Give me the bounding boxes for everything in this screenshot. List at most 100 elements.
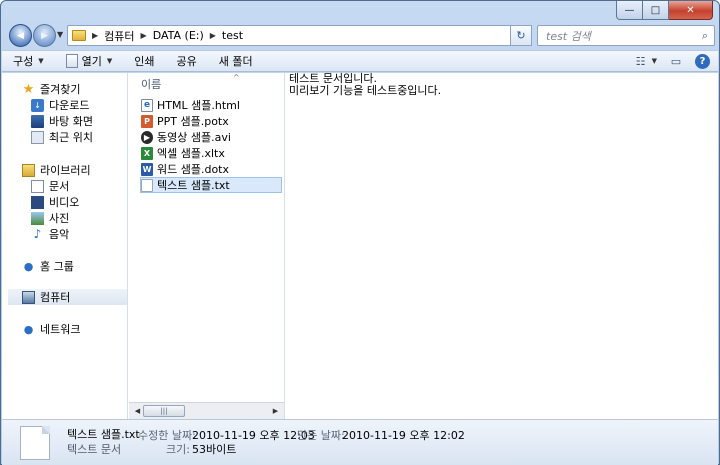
file-list: 이름 ^ e HTML 샘플.html P PPT 샘플.potx ▶ 동영상 … — [129, 73, 285, 419]
refresh-button[interactable]: ↻ — [510, 25, 532, 46]
sidebar-item-label: 사진 — [49, 212, 70, 225]
refresh-icon: ↻ — [516, 29, 526, 42]
breadcrumb-separator[interactable]: ▶ — [141, 31, 147, 40]
star-icon: ★ — [22, 81, 35, 97]
sidebar-item-music[interactable]: ♪ 음악 — [31, 226, 127, 242]
html-file-icon: e — [141, 98, 153, 112]
sidebar-item-favorites[interactable]: ★ 즐겨찾기 — [22, 81, 127, 97]
sidebar-item-label: 컴퓨터 — [40, 291, 71, 304]
content-area: ★ 즐겨찾기 ↓ 다운로드 바탕 화면 최근 위치 라이브러리 문서 비디오 사… — [2, 73, 718, 419]
desktop-icon — [31, 114, 44, 128]
recent-places-icon — [31, 130, 44, 144]
download-icon: ↓ — [31, 98, 44, 112]
file-name: 엑셀 샘플.xltx — [157, 147, 225, 160]
scroll-right-icon[interactable]: ▶ — [269, 405, 282, 417]
search-input[interactable]: test 검색 ⌕ — [537, 25, 715, 46]
sidebar-item-libraries[interactable]: 라이브러리 — [22, 162, 127, 178]
sidebar-item-label: 음악 — [49, 228, 70, 241]
sidebar-item-label: 다운로드 — [49, 99, 90, 112]
text-file-icon — [141, 178, 153, 192]
file-name: 동영상 샘플.avi — [157, 131, 231, 144]
scrollbar-thumb[interactable]: ||| — [143, 405, 185, 417]
created-date-value[interactable]: 2010-11-19 오후 12:02 — [342, 427, 465, 443]
sidebar-item-downloads[interactable]: ↓ 다운로드 — [31, 97, 127, 113]
powerpoint-file-icon: P — [141, 114, 153, 128]
forward-button[interactable]: ▶ — [33, 24, 56, 47]
chevron-down-icon: ▼ — [38, 57, 44, 65]
preview-text-line: 미리보기 기능을 테스트중입니다. — [289, 84, 442, 97]
details-file-name: 텍스트 샘플.txt — [67, 428, 140, 441]
maximize-button[interactable]: □ — [643, 1, 669, 20]
breadcrumb-folder[interactable]: test — [222, 29, 243, 42]
breadcrumb-drive[interactable]: DATA (E:) — [153, 29, 204, 42]
breadcrumb-separator[interactable]: ▶ — [210, 31, 216, 40]
chevron-down-icon: ▼ — [106, 57, 113, 65]
address-bar[interactable]: ▶ 컴퓨터 ▶ DATA (E:) ▶ test ▼ — [67, 25, 529, 46]
sidebar-item-label: 홈 그룹 — [40, 260, 74, 273]
details-pane: 텍스트 샘플.txt 텍스트 문서 수정한 날짜: 2010-11-19 오후 … — [2, 419, 718, 465]
sort-ascending-icon: ^ — [233, 73, 240, 82]
sidebar-item-label: 비디오 — [49, 196, 80, 209]
file-row-selected[interactable]: 텍스트 샘플.txt — [140, 177, 282, 193]
sidebar-item-label: 즐겨찾기 — [40, 83, 81, 96]
file-row[interactable]: e HTML 샘플.html — [141, 97, 283, 113]
share-button[interactable]: 공유 — [166, 53, 208, 69]
computer-icon — [22, 290, 35, 304]
preview-pane-icon[interactable]: ▭ — [667, 53, 685, 69]
sidebar-item-label: 최근 위치 — [49, 131, 93, 144]
size-label: 크기: — [166, 443, 190, 456]
sidebar-item-recent-places[interactable]: 최근 위치 — [31, 129, 127, 145]
video-file-icon: ▶ — [141, 130, 153, 144]
breadcrumb-computer[interactable]: 컴퓨터 — [104, 28, 134, 44]
file-row[interactable]: ▶ 동영상 샘플.avi — [141, 129, 283, 145]
new-folder-button[interactable]: 새 폴더 — [208, 53, 264, 69]
sidebar-item-videos[interactable]: 비디오 — [31, 194, 127, 210]
minimize-button[interactable]: — — [616, 1, 643, 20]
sidebar-item-label: 문서 — [49, 180, 70, 193]
breadcrumb-separator[interactable]: ▶ — [92, 31, 98, 40]
notepad-icon — [65, 54, 78, 68]
navigation-bar: ◀ ▶ ▼ ▶ 컴퓨터 ▶ DATA (E:) ▶ test ▼ ↻ test … — [7, 24, 715, 48]
file-row[interactable]: X 엑셀 샘플.xltx — [141, 145, 283, 161]
organize-button[interactable]: 구성 ▼ — [2, 53, 55, 69]
file-row[interactable]: W 워드 샘플.dotx — [141, 161, 283, 177]
recent-pages-dropdown[interactable]: ▼ — [57, 30, 63, 39]
open-label: 열기 — [81, 55, 102, 68]
command-bar: 구성 ▼ 열기 ▼ 인쇄 공유 새 폴더 ☷ ▼ ▭ ? — [2, 50, 718, 72]
search-icon[interactable]: ⌕ — [702, 29, 708, 43]
column-header-name[interactable]: 이름 ^ — [129, 73, 284, 95]
file-name: 텍스트 샘플.txt — [157, 179, 230, 192]
size-value: 53바이트 — [192, 443, 237, 456]
file-name: PPT 샘플.potx — [157, 115, 229, 128]
view-dropdown-icon[interactable]: ▼ — [652, 57, 657, 65]
help-icon[interactable]: ? — [695, 53, 710, 69]
music-icon: ♪ — [33, 227, 42, 241]
sidebar-item-documents[interactable]: 문서 — [31, 178, 127, 194]
created-date-label: 만든 날짜: — [297, 429, 345, 442]
organize-label: 구성 — [13, 55, 34, 68]
horizontal-scrollbar[interactable]: ◀ ||| ▶ — [129, 402, 284, 419]
excel-file-icon: X — [141, 146, 153, 160]
sidebar-item-label: 바탕 화면 — [49, 115, 93, 128]
print-button[interactable]: 인쇄 — [123, 53, 165, 69]
text-document-icon — [20, 426, 50, 460]
back-button[interactable]: ◀ — [9, 24, 32, 47]
sidebar-item-computer[interactable]: 컴퓨터 — [8, 289, 127, 305]
library-icon — [22, 163, 35, 177]
grip-icon: ||| — [160, 407, 168, 415]
sidebar-item-homegroup[interactable]: ● 홈 그룹 — [22, 258, 127, 274]
toolbar-right-group: ☷ ▼ ▭ ? — [632, 53, 710, 69]
file-row[interactable]: P PPT 샘플.potx — [141, 113, 283, 129]
close-button[interactable]: ✕ — [669, 1, 713, 20]
view-options-icon[interactable]: ☷ — [632, 53, 650, 69]
navigation-pane: ★ 즐겨찾기 ↓ 다운로드 바탕 화면 최근 위치 라이브러리 문서 비디오 사… — [2, 73, 128, 419]
file-name: HTML 샘플.html — [157, 99, 240, 112]
back-arrow-icon: ◀ — [17, 30, 24, 41]
open-button[interactable]: 열기 ▼ — [55, 53, 124, 69]
sidebar-item-desktop[interactable]: 바탕 화면 — [31, 113, 127, 129]
sidebar-item-pictures[interactable]: 사진 — [31, 210, 127, 226]
homegroup-icon: ● — [23, 259, 34, 273]
column-header-label: 이름 — [141, 78, 162, 91]
sidebar-item-network[interactable]: ● 네트워크 — [22, 321, 127, 337]
search-placeholder: test 검색 — [546, 29, 591, 43]
